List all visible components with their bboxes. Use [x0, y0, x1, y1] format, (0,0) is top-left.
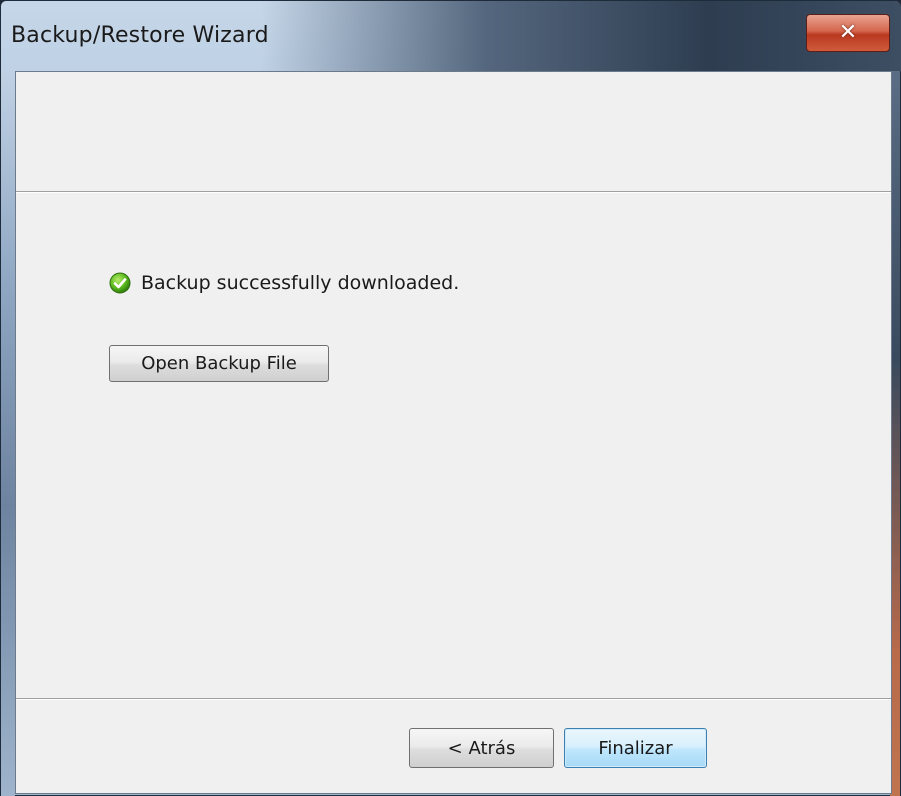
window-title: Backup/Restore Wizard [11, 23, 269, 48]
wizard-client-area: Backup successfully downloaded. Open Bac… [15, 71, 892, 794]
close-button[interactable]: ✕ [806, 14, 890, 52]
back-button[interactable]: < Atrás [409, 728, 554, 768]
header-divider [16, 191, 891, 193]
status-message: Backup successfully downloaded. [141, 272, 460, 294]
footer-divider [16, 698, 891, 700]
success-check-icon [109, 272, 131, 294]
status-row: Backup successfully downloaded. [109, 272, 459, 294]
finish-button[interactable]: Finalizar [564, 728, 707, 768]
open-backup-file-button[interactable]: Open Backup File [109, 345, 329, 382]
wizard-window: Backup/Restore Wizard ✕ Backup successfu… [0, 0, 901, 796]
close-icon: ✕ [838, 20, 858, 45]
wizard-header-band [16, 72, 891, 191]
title-bar-glass [261, 1, 901, 71]
window-left-border [1, 71, 15, 796]
